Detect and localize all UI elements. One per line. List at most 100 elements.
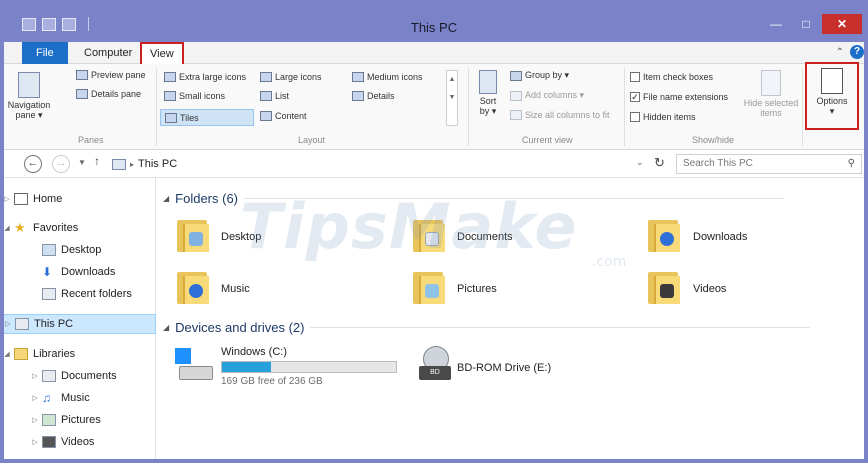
back-button[interactable]: ← (24, 155, 42, 173)
search-icon[interactable]: ⚲ (848, 155, 855, 173)
preview-pane-button[interactable]: Preview pane (76, 70, 146, 80)
hidden-items-checkbox[interactable] (630, 112, 640, 122)
tab-computer[interactable]: Computer (72, 44, 144, 64)
layout-extra-large-icons[interactable]: Extra large icons (164, 72, 246, 82)
search-input[interactable]: Search This PC (683, 158, 753, 169)
nav-item-lib-music[interactable]: ▷ ♫ Music (0, 388, 156, 408)
collapse-icon[interactable]: ◢ (0, 350, 14, 358)
drive-c-name[interactable]: Windows (C:) (221, 346, 287, 358)
minimize-button[interactable]: — (762, 14, 790, 34)
downloads-folder-icon[interactable] (648, 214, 680, 252)
expand-icon[interactable]: ▷ (28, 438, 42, 446)
documents-icon (42, 370, 56, 382)
close-button[interactable]: ✕ (822, 14, 862, 34)
item-check-boxes-checkbox[interactable] (630, 72, 640, 82)
expand-icon[interactable]: ▷ (0, 195, 14, 203)
pictures-folder-icon[interactable] (413, 266, 445, 304)
breadcrumb-this-pc[interactable]: This PC (138, 158, 177, 170)
nav-item-label: Downloads (61, 266, 116, 278)
nav-item-label: Music (61, 392, 90, 404)
group-by-icon (510, 70, 522, 81)
search-box[interactable]: Search This PC ⚲ (676, 154, 862, 174)
collapse-icon[interactable]: ◢ (0, 224, 14, 232)
group-by-button[interactable]: Group by ▾ (510, 70, 569, 81)
up-arrow-icon[interactable]: ↑ (94, 154, 100, 168)
recent-locations-icon[interactable]: ▼ (78, 158, 86, 167)
collapse-icon[interactable]: ◢ (163, 194, 169, 203)
layout-small-icons[interactable]: Small icons (164, 91, 225, 101)
maximize-button[interactable]: □ (792, 14, 820, 34)
drive-e-name[interactable]: BD-ROM Drive (E:) (457, 362, 551, 374)
nav-item-home[interactable]: ▷ Home (0, 189, 156, 209)
windows-drive-icon[interactable] (175, 348, 213, 382)
hidden-items-option[interactable]: Hidden items (630, 112, 696, 122)
add-columns-button[interactable]: Add columns ▾ (510, 90, 584, 101)
folder-tile-downloads[interactable]: Downloads (693, 231, 747, 243)
address-bar[interactable]: ▸ This PC (112, 154, 672, 174)
nav-item-desktop[interactable]: Desktop (0, 240, 156, 260)
layout-item-label: Content (275, 111, 307, 121)
folder-tile-pictures[interactable]: Pictures (457, 283, 497, 295)
tab-view[interactable]: View (140, 42, 184, 65)
layout-item-label: Tiles (180, 112, 199, 123)
group-label-panes: Panes (78, 135, 104, 145)
layout-medium-icons[interactable]: Medium icons (352, 72, 423, 82)
file-name-extensions-checkbox[interactable]: ✓ (630, 92, 640, 102)
layout-tiles[interactable]: Tiles (160, 109, 254, 126)
nav-item-lib-documents[interactable]: ▷ Documents (0, 366, 156, 386)
expand-icon[interactable]: ▷ (28, 372, 42, 380)
chevron-up-icon[interactable]: ⌃ (836, 47, 844, 58)
folder-tile-videos[interactable]: Videos (693, 283, 726, 295)
desktop-folder-icon[interactable] (177, 214, 209, 252)
bd-rom-drive-icon[interactable]: BD (417, 346, 453, 382)
pictures-icon (42, 414, 56, 426)
options-highlight (805, 62, 859, 130)
address-history-icon[interactable]: ⌄ (636, 157, 644, 168)
nav-item-lib-pictures[interactable]: ▷ Pictures (0, 410, 156, 430)
expand-icon[interactable]: ▷ (28, 416, 42, 424)
collapse-icon[interactable]: ◢ (163, 323, 169, 332)
layout-list[interactable]: List (260, 91, 289, 101)
desktop-icon (42, 244, 56, 256)
layout-item-label: Large icons (275, 72, 322, 82)
nav-item-this-pc[interactable]: ▷ This PC (0, 314, 156, 334)
home-icon (14, 193, 28, 205)
hide-selected-icon (761, 70, 781, 96)
layout-large-icons[interactable]: Large icons (260, 72, 322, 82)
devices-section-header[interactable]: ◢ Devices and drives (2) (163, 320, 811, 335)
navigation-pane-button[interactable]: Navigation pane ▾ (6, 72, 52, 120)
file-name-extensions-label: File name extensions (643, 92, 729, 102)
details-pane-button[interactable]: Details pane (76, 89, 141, 99)
music-folder-icon[interactable] (177, 266, 209, 304)
sort-by-button[interactable]: Sort by ▾ (474, 70, 502, 116)
small-icons-icon (164, 91, 176, 101)
expand-icon[interactable]: ▷ (1, 320, 15, 328)
videos-folder-icon[interactable] (648, 266, 680, 304)
breadcrumb-separator-icon[interactable]: ▸ (130, 160, 134, 169)
nav-item-favorites[interactable]: ◢ ★ Favorites (0, 218, 156, 238)
medium-icons-icon (352, 72, 364, 82)
help-icon[interactable]: ? (850, 45, 864, 59)
folder-tile-music[interactable]: Music (221, 283, 250, 295)
navigation-pane: ▷ Home ◢ ★ Favorites Desktop ⬇ Downloads… (0, 178, 156, 463)
tab-file[interactable]: File (22, 42, 68, 64)
layout-content[interactable]: Content (260, 111, 307, 121)
nav-item-libraries[interactable]: ◢ Libraries (0, 344, 156, 364)
nav-item-recent-folders[interactable]: Recent folders (0, 284, 156, 304)
forward-button[interactable]: → (52, 155, 70, 173)
nav-item-lib-videos[interactable]: ▷ Videos (0, 432, 156, 452)
expand-icon[interactable]: ▷ (28, 394, 42, 402)
nav-item-downloads[interactable]: ⬇ Downloads (0, 262, 156, 282)
item-check-boxes-option[interactable]: Item check boxes (630, 72, 713, 82)
size-all-columns-button[interactable]: Size all columns to fit (510, 110, 610, 120)
refresh-icon[interactable]: ↻ (654, 155, 665, 171)
layout-gallery-scroll[interactable]: ▲ ▼ (446, 70, 458, 126)
layout-item-label: List (275, 91, 290, 101)
layout-details[interactable]: Details (352, 91, 395, 101)
file-name-extensions-option[interactable]: ✓ File name extensions (630, 92, 728, 102)
hide-selected-items-button[interactable]: Hide selected items (740, 70, 802, 118)
drive-c-usage-fill (222, 362, 272, 372)
extra-large-icons-icon (164, 72, 176, 82)
ribbon-view: Navigation pane ▾ Preview pane Details p… (0, 64, 868, 150)
group-divider (468, 68, 469, 146)
